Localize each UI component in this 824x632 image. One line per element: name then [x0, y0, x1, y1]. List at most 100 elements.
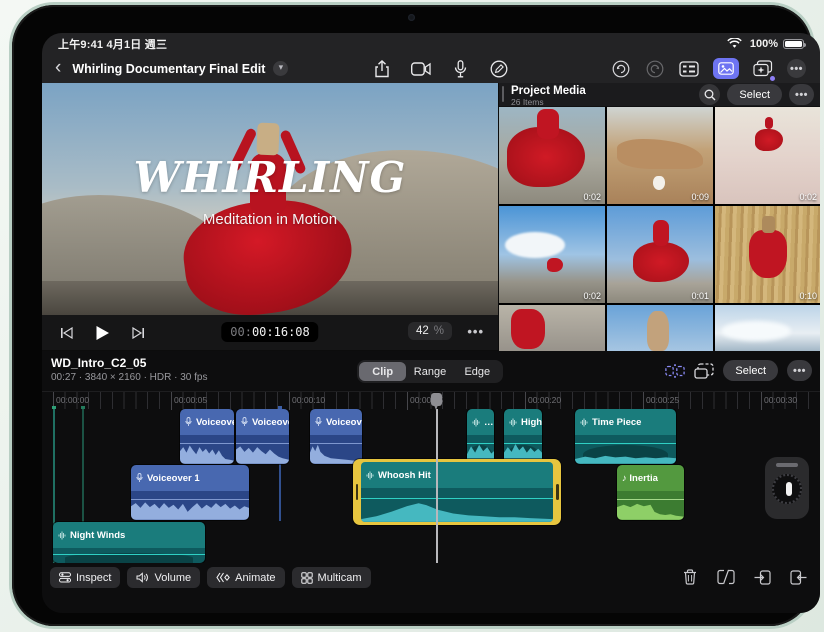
media-select-button[interactable]: Select [727, 84, 782, 105]
clip-label: Voiceover 3 [326, 416, 362, 428]
play-button[interactable] [92, 323, 112, 343]
inspect-label: Inspect [76, 571, 112, 584]
selected-clip-wrapper[interactable]: Whoosh Hit [353, 459, 561, 525]
timeline-project-meta: 00:27 · 3840 × 2160 · HDR · 30 fps [51, 372, 208, 383]
viewer-zoom-control[interactable]: 42 % [407, 322, 452, 340]
mic-icon [315, 417, 322, 427]
clip-label: Time Piece [592, 416, 642, 428]
media-thumbnail[interactable]: 0:01 [607, 206, 713, 303]
project-media-panel: Project Media 26 Items Select ••• 0:02 0… [499, 83, 820, 352]
inspect-button[interactable]: Inspect [50, 567, 121, 588]
media-thumbnail[interactable] [715, 305, 820, 352]
clip-duration: 0:02 [583, 192, 601, 202]
media-thumbnail[interactable]: 0:02 [499, 107, 605, 204]
transport-bar: 00:00:16:08 42 % ••• [42, 315, 498, 350]
media-more-button[interactable]: ••• [789, 84, 814, 105]
ruler-label: 00:00:25 [646, 395, 680, 405]
viewer-more-button[interactable]: ••• [467, 324, 484, 339]
toolbar-more-button[interactable]: ••• [787, 59, 806, 78]
mode-edge[interactable]: Edge [454, 362, 501, 381]
pencil-annotate-icon[interactable] [489, 59, 509, 79]
media-panel-title: Project Media [511, 85, 586, 97]
clip-duration: 0:02 [583, 291, 601, 301]
playhead-line[interactable] [436, 409, 438, 563]
timeline-bottom-bar: Inspect Volume Animate Multicam [42, 563, 820, 597]
toolbar-left: ‹ Whirling Documentary Final Edit ▾ [52, 54, 289, 83]
media-thumbnail[interactable] [607, 305, 713, 352]
jog-wheel[interactable] [765, 457, 809, 519]
screen: 上午9:41 4月1日 週三 100% ‹ Whirling Documenta… [42, 33, 820, 613]
media-item-count: 26 Items [511, 97, 544, 107]
media-thumbnail[interactable] [499, 305, 605, 352]
jog-dial[interactable] [772, 474, 802, 504]
waveform-icon [472, 418, 480, 427]
timeline-clip-night-winds[interactable]: Night Winds [53, 522, 205, 563]
effects-library-icon[interactable] [753, 59, 775, 81]
timeline-actions: Select ••• [665, 360, 812, 381]
timecode-display[interactable]: 00:00:16:08 [221, 322, 319, 342]
volume-icon [136, 572, 149, 583]
media-thumbnail[interactable]: 0:10 [715, 206, 820, 303]
multicam-button[interactable]: Multicam [291, 567, 371, 588]
waveform-icon [58, 531, 66, 540]
playhead-handle[interactable] [431, 393, 442, 410]
record-camera-icon[interactable] [411, 59, 431, 79]
ruler-label: 00:00:10 [292, 395, 326, 405]
battery-percent: 100% [749, 37, 778, 50]
inspector-panel-icon[interactable] [679, 59, 699, 79]
title-chevron-down-icon[interactable]: ▾ [273, 61, 289, 76]
timeline-clips-area[interactable]: Voiceover 2 Voiceover 2 Voiceover 3 … Hi… [42, 409, 820, 563]
project-title: Whirling Documentary Final Edit [72, 61, 266, 76]
timeline-clip-sfx[interactable]: … [467, 409, 494, 464]
ruler-label: 00:00:00 [56, 395, 90, 405]
delete-icon[interactable] [680, 567, 700, 587]
media-panel-header: Project Media 26 Items Select ••• [499, 83, 820, 107]
zoom-value: 42 [415, 325, 429, 337]
blade-split-icon[interactable] [716, 567, 736, 587]
enhance-clips-icon[interactable] [665, 361, 686, 381]
search-icon[interactable] [699, 84, 721, 105]
timecode-hours: 00: [230, 325, 252, 339]
status-right: 100% [725, 34, 806, 54]
mode-clip[interactable]: Clip [359, 362, 407, 381]
clip-label: … [484, 416, 494, 428]
trim-handle-left[interactable] [355, 484, 358, 500]
inspect-icon [59, 572, 71, 583]
undo-icon[interactable] [611, 59, 631, 79]
previous-frame-button[interactable] [56, 323, 76, 343]
share-icon[interactable] [372, 59, 392, 79]
tool-buttons: Inspect Volume Animate Multicam [50, 567, 371, 588]
timeline-clip-voiceover2[interactable]: Voiceover 2 [180, 409, 234, 464]
timeline-clip-voiceover1[interactable]: Voiceover 1 [131, 465, 249, 520]
animate-button[interactable]: Animate [207, 567, 285, 588]
microphone-icon[interactable] [450, 59, 470, 79]
next-frame-button[interactable] [128, 323, 148, 343]
timeline-clip-high[interactable]: High… [504, 409, 542, 464]
timeline-more-button[interactable]: ••• [787, 360, 812, 381]
volume-button[interactable]: Volume [127, 567, 201, 588]
waveform-icon [580, 418, 588, 427]
mode-range[interactable]: Range [406, 362, 453, 381]
timeline-clip-inertia[interactable]: ♪ Inertia [617, 465, 684, 520]
insert-clip-icon[interactable] [752, 567, 772, 587]
timeline-clip-whoosh-hit-selected[interactable]: Whoosh Hit [361, 462, 553, 522]
overwrite-clip-icon[interactable] [788, 567, 808, 587]
viewer[interactable]: WHIRLING Meditation in Motion [42, 83, 498, 315]
panel-drag-handle[interactable] [502, 86, 504, 102]
redo-icon[interactable] [645, 59, 665, 79]
clip-label: Whoosh Hit [378, 469, 431, 481]
trim-handle-right[interactable] [556, 484, 559, 500]
picture-in-picture-icon[interactable] [694, 361, 715, 381]
timeline-clip-time-piece[interactable]: Time Piece [575, 409, 676, 464]
media-thumbnail[interactable]: 0:02 [499, 206, 605, 303]
back-button[interactable]: ‹ [52, 58, 64, 80]
dancer-hat [256, 122, 280, 156]
waveform-icon [509, 418, 517, 427]
media-thumbnail[interactable]: 0:09 [607, 107, 713, 204]
timeline-clip-voiceover2[interactable]: Voiceover 2 [236, 409, 289, 464]
timeline-clip-voiceover3[interactable]: Voiceover 3 [310, 409, 362, 464]
toolbar-center [372, 54, 509, 83]
media-thumbnail[interactable]: 0:02 [715, 107, 820, 204]
timeline-select-button[interactable]: Select [723, 360, 778, 381]
media-browser-button-active[interactable] [713, 58, 739, 79]
